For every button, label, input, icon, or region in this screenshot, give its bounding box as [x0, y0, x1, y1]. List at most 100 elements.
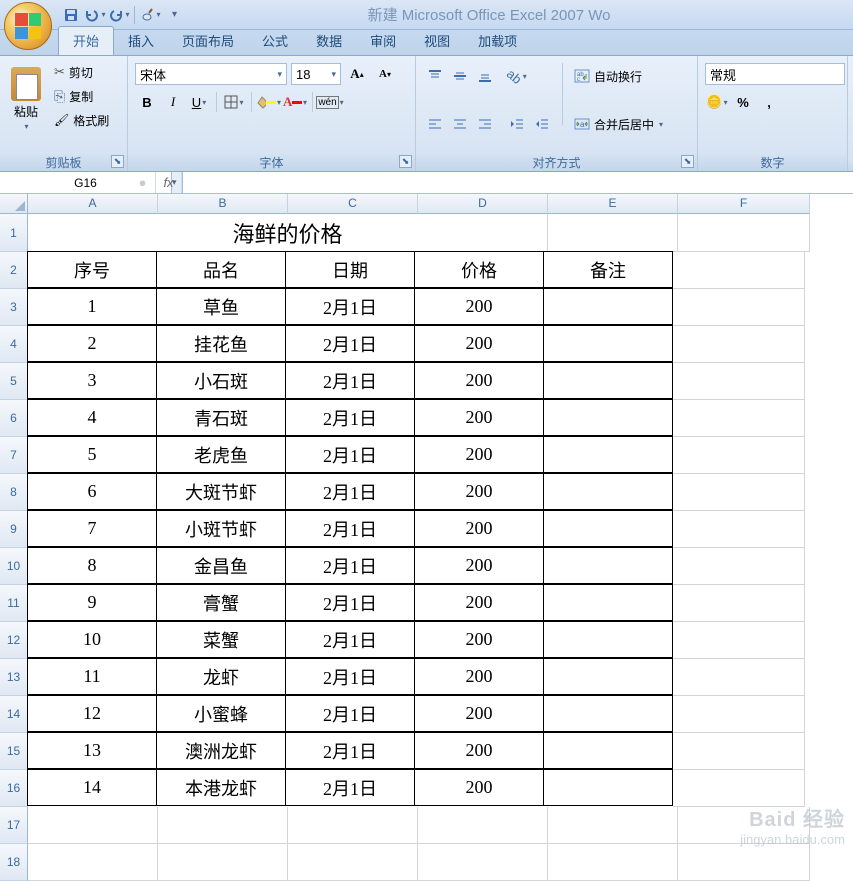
- table-cell[interactable]: 2月1日: [285, 510, 415, 547]
- undo-button[interactable]: ▾: [84, 4, 106, 26]
- cell[interactable]: [673, 400, 805, 437]
- underline-button[interactable]: U▾: [187, 91, 211, 113]
- table-cell[interactable]: 3: [27, 362, 157, 399]
- table-cell[interactable]: 7: [27, 510, 157, 547]
- decrease-font-button[interactable]: A▾: [373, 63, 397, 85]
- table-cell[interactable]: 小石斑: [156, 362, 286, 399]
- table-cell[interactable]: 2: [27, 325, 157, 362]
- table-cell[interactable]: 小蜜蜂: [156, 695, 286, 732]
- tab-addins[interactable]: 加载项: [464, 27, 531, 55]
- cell[interactable]: [673, 289, 805, 326]
- table-cell[interactable]: 青石斑: [156, 399, 286, 436]
- cell[interactable]: [673, 474, 805, 511]
- increase-font-button[interactable]: A▴: [345, 63, 369, 85]
- table-cell[interactable]: 2月1日: [285, 732, 415, 769]
- table-cell[interactable]: 200: [414, 325, 544, 362]
- table-cell[interactable]: [543, 362, 673, 399]
- tab-insert[interactable]: 插入: [114, 27, 168, 55]
- table-cell[interactable]: 膏蟹: [156, 584, 286, 621]
- table-cell[interactable]: 菜蟹: [156, 621, 286, 658]
- cell[interactable]: [418, 844, 548, 881]
- table-cell[interactable]: 2月1日: [285, 621, 415, 658]
- row-header[interactable]: 14: [0, 696, 28, 733]
- table-header-cell[interactable]: 备注: [543, 251, 673, 288]
- insert-function-button[interactable]: fx: [156, 172, 182, 193]
- row-header[interactable]: 5: [0, 363, 28, 400]
- table-cell[interactable]: 200: [414, 547, 544, 584]
- table-cell[interactable]: 2月1日: [285, 399, 415, 436]
- table-cell[interactable]: 13: [27, 732, 157, 769]
- row-header[interactable]: 4: [0, 326, 28, 363]
- tab-review[interactable]: 审阅: [356, 27, 410, 55]
- cell[interactable]: [673, 585, 805, 622]
- clipboard-dialog-launcher[interactable]: ⬊: [111, 155, 124, 168]
- formula-input[interactable]: [182, 172, 853, 193]
- align-bottom-button[interactable]: [473, 65, 497, 87]
- table-cell[interactable]: 200: [414, 436, 544, 473]
- align-left-button[interactable]: [423, 113, 447, 135]
- comma-button[interactable]: ,: [757, 91, 781, 113]
- table-header-cell[interactable]: 价格: [414, 251, 544, 288]
- merge-center-button[interactable]: a合并后居中▾: [571, 113, 683, 135]
- tab-view[interactable]: 视图: [410, 27, 464, 55]
- tab-home[interactable]: 开始: [58, 26, 114, 55]
- table-cell[interactable]: 200: [414, 769, 544, 806]
- row-header[interactable]: 7: [0, 437, 28, 474]
- align-middle-button[interactable]: [448, 65, 472, 87]
- table-cell[interactable]: 挂花鱼: [156, 325, 286, 362]
- table-cell[interactable]: 2月1日: [285, 288, 415, 325]
- select-all-corner[interactable]: [0, 194, 28, 214]
- table-cell[interactable]: 小斑节虾: [156, 510, 286, 547]
- column-header-E[interactable]: E: [548, 194, 678, 214]
- align-top-button[interactable]: [423, 65, 447, 87]
- cell[interactable]: [28, 844, 158, 881]
- row-header[interactable]: 9: [0, 511, 28, 548]
- cell[interactable]: [678, 844, 810, 881]
- table-cell[interactable]: 9: [27, 584, 157, 621]
- table-cell[interactable]: 200: [414, 510, 544, 547]
- cell[interactable]: [678, 807, 810, 844]
- table-cell[interactable]: [543, 732, 673, 769]
- fill-color-button[interactable]: ▾: [257, 91, 281, 113]
- table-cell[interactable]: [543, 695, 673, 732]
- cut-button[interactable]: 剪切: [51, 61, 112, 83]
- table-cell[interactable]: [543, 510, 673, 547]
- table-cell[interactable]: 200: [414, 621, 544, 658]
- table-cell[interactable]: 2月1日: [285, 436, 415, 473]
- table-cell[interactable]: 200: [414, 362, 544, 399]
- tab-data[interactable]: 数据: [302, 27, 356, 55]
- table-cell[interactable]: 2月1日: [285, 695, 415, 732]
- table-cell[interactable]: 龙虾: [156, 658, 286, 695]
- table-cell[interactable]: 澳洲龙虾: [156, 732, 286, 769]
- table-cell[interactable]: 1: [27, 288, 157, 325]
- decrease-indent-button[interactable]: [505, 113, 529, 135]
- table-cell[interactable]: 2月1日: [285, 584, 415, 621]
- table-cell[interactable]: 4: [27, 399, 157, 436]
- column-header-F[interactable]: F: [678, 194, 810, 214]
- phonetic-button[interactable]: wén▾: [318, 91, 342, 113]
- table-cell[interactable]: 2月1日: [285, 547, 415, 584]
- font-dialog-launcher[interactable]: ⬊: [399, 155, 412, 168]
- wrap-text-button[interactable]: abc自动换行: [571, 65, 673, 87]
- cell[interactable]: [288, 807, 418, 844]
- cell[interactable]: [418, 807, 548, 844]
- increase-indent-button[interactable]: [530, 113, 554, 135]
- align-dialog-launcher[interactable]: ⬊: [681, 155, 694, 168]
- row-header[interactable]: 1: [0, 214, 28, 252]
- table-cell[interactable]: 12: [27, 695, 157, 732]
- cell[interactable]: [673, 252, 805, 289]
- cell[interactable]: [548, 214, 678, 252]
- cell[interactable]: [678, 214, 810, 252]
- cell[interactable]: [673, 733, 805, 770]
- redo-button[interactable]: ▾: [108, 4, 130, 26]
- align-center-button[interactable]: [448, 113, 472, 135]
- cell[interactable]: [158, 807, 288, 844]
- font-name-combo[interactable]: 宋体▾: [135, 63, 287, 85]
- tab-page-layout[interactable]: 页面布局: [168, 27, 248, 55]
- table-cell[interactable]: 200: [414, 584, 544, 621]
- font-size-combo[interactable]: 18▾: [291, 63, 341, 85]
- table-cell[interactable]: 10: [27, 621, 157, 658]
- tab-formulas[interactable]: 公式: [248, 27, 302, 55]
- table-cell[interactable]: 2月1日: [285, 658, 415, 695]
- table-cell[interactable]: 草鱼: [156, 288, 286, 325]
